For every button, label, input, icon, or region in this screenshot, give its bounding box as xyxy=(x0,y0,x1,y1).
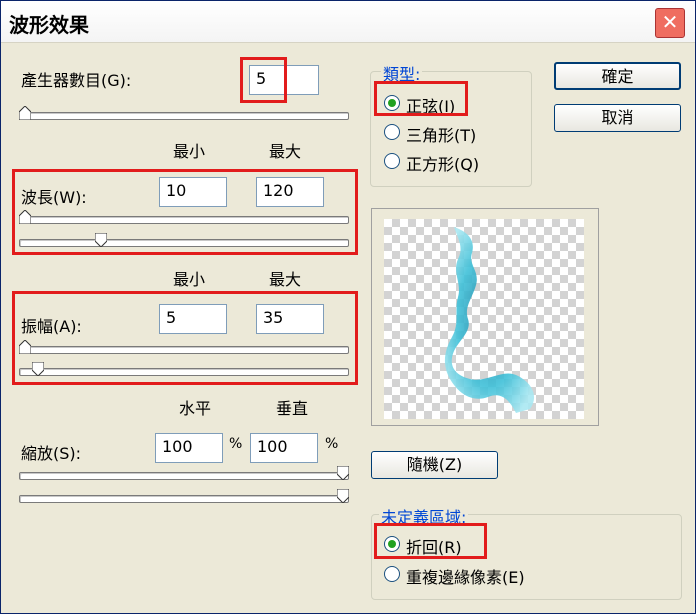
amplitude-min-slider[interactable] xyxy=(19,340,349,354)
amplitude-min-field[interactable]: 5 xyxy=(159,304,227,334)
radio-dot xyxy=(388,99,396,107)
scale-vertical-unit: % xyxy=(325,436,339,452)
scale-horizontal-header: 水平 xyxy=(179,399,212,418)
generators-slider[interactable] xyxy=(19,106,349,120)
scale-horizontal-field[interactable]: 100 xyxy=(155,433,223,463)
wavelength-max-field[interactable]: 120 xyxy=(256,177,324,207)
scale-horizontal-unit: % xyxy=(229,436,243,452)
wavelength-min-slider[interactable] xyxy=(19,210,349,224)
wavelength-min-thumb[interactable] xyxy=(19,210,31,224)
repeat-edge-radio[interactable] xyxy=(384,566,400,582)
scale-vertical-thumb[interactable] xyxy=(337,489,349,503)
triangle-radio[interactable] xyxy=(384,124,400,140)
type-option-sine[interactable]: 正弦(I) xyxy=(384,91,464,116)
scale-vertical-header: 垂直 xyxy=(276,399,309,418)
triangle-label: 三角形(T) xyxy=(406,126,477,145)
dialog-title: 波形效果 xyxy=(9,13,89,37)
wavelength-min-field[interactable]: 10 xyxy=(159,177,227,207)
cancel-button[interactable]: 取消 xyxy=(554,104,681,132)
generators-field[interactable]: 5 xyxy=(249,65,319,95)
amplitude-max-header: 最大 xyxy=(269,270,302,289)
amplitude-max-field[interactable]: 35 xyxy=(256,304,324,334)
scale-label: 縮放(S): xyxy=(21,444,82,463)
amplitude-max-slider[interactable] xyxy=(19,362,349,376)
sine-radio[interactable] xyxy=(384,95,400,111)
square-label: 正方形(Q) xyxy=(406,155,480,174)
wavelength-max-slider[interactable] xyxy=(19,233,349,247)
square-radio[interactable] xyxy=(384,153,400,169)
radio-dot xyxy=(388,540,396,548)
undefined-option-repeat[interactable]: 重複邊緣像素(E) xyxy=(384,562,554,587)
repeat-edge-label: 重複邊緣像素(E) xyxy=(406,568,525,587)
ok-button[interactable]: 確定 xyxy=(554,62,681,90)
wrap-label: 折回(R) xyxy=(406,538,462,557)
close-icon: ✕ xyxy=(661,10,679,34)
undefined-areas-label: 未定義區域: xyxy=(379,504,469,528)
wavelength-max-header: 最大 xyxy=(269,142,302,161)
type-group-label: 類型: xyxy=(381,61,423,85)
close-button[interactable]: ✕ xyxy=(655,8,685,38)
wave-preview-image xyxy=(444,227,535,413)
undefined-option-wrap[interactable]: 折回(R) xyxy=(384,532,474,557)
generators-slider-thumb[interactable] xyxy=(19,106,31,120)
scale-horizontal-slider[interactable] xyxy=(19,466,349,480)
preview-panel xyxy=(371,208,599,426)
generators-label: 產生器數目(G): xyxy=(21,71,132,90)
scale-horizontal-thumb[interactable] xyxy=(337,466,349,480)
amplitude-min-header: 最小 xyxy=(173,270,206,289)
amplitude-label: 振幅(A): xyxy=(21,317,82,336)
type-option-triangle[interactable]: 三角形(T) xyxy=(384,120,494,145)
transparency-checkerboard xyxy=(384,219,584,419)
type-option-square[interactable]: 正方形(Q) xyxy=(384,149,494,174)
wavelength-max-thumb[interactable] xyxy=(95,233,107,247)
scale-vertical-field[interactable]: 100 xyxy=(250,433,318,463)
wrap-radio[interactable] xyxy=(384,536,400,552)
amplitude-max-thumb[interactable] xyxy=(32,362,44,376)
amplitude-min-thumb[interactable] xyxy=(19,340,31,354)
wave-dialog: 波形效果 ✕ 產生器數目(G): 5 最小 最大 波長(W): 10 120 最… xyxy=(0,0,696,614)
wavelength-label: 波長(W): xyxy=(21,188,87,207)
wave-shape xyxy=(444,227,535,413)
wavelength-min-header: 最小 xyxy=(173,142,206,161)
scale-vertical-slider[interactable] xyxy=(19,489,349,503)
sine-label: 正弦(I) xyxy=(406,97,456,116)
randomize-button[interactable]: 隨機(Z) xyxy=(371,451,498,479)
title-bar: 波形效果 ✕ xyxy=(1,1,695,43)
